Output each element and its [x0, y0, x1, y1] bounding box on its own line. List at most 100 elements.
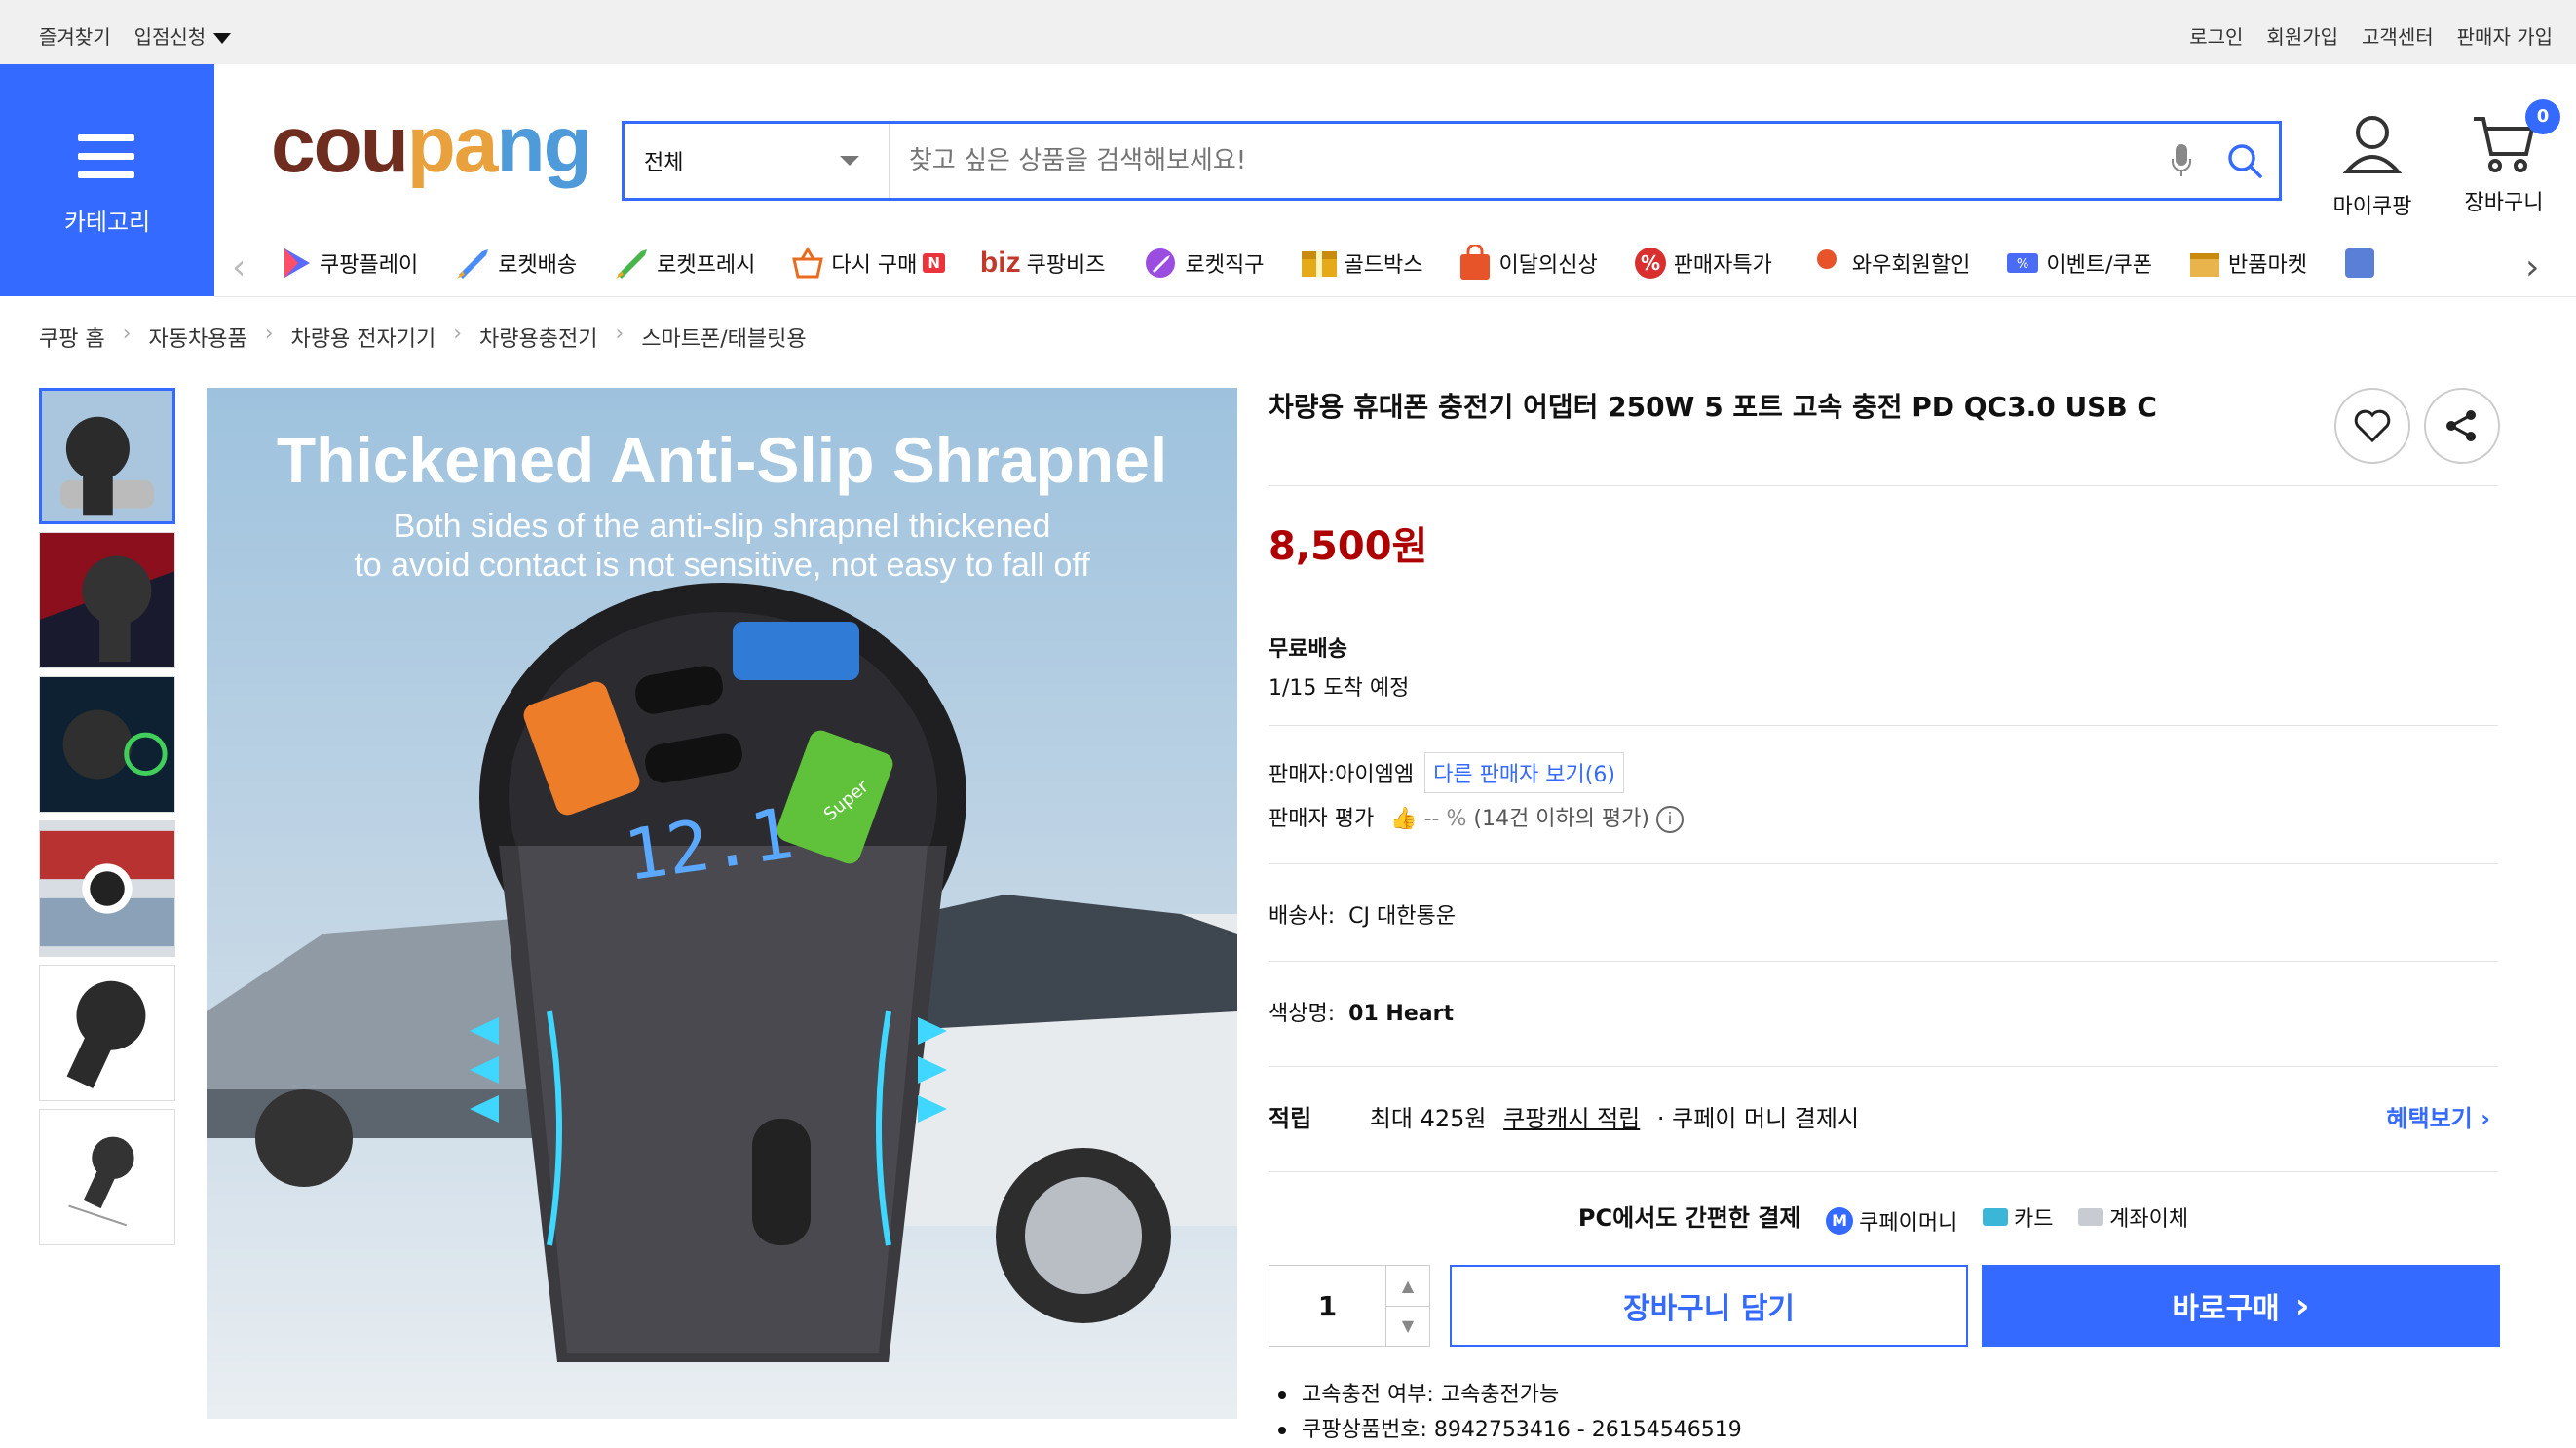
chevron-right-icon: › [122, 322, 132, 346]
search-scope-select[interactable]: 전체 [625, 124, 890, 198]
basket-icon [792, 247, 824, 279]
seller-apply-link[interactable]: 입점신청 [134, 21, 232, 50]
nav-divider [214, 296, 2576, 297]
nav-item-rocket-fresh[interactable]: 로켓프레시 [612, 244, 755, 283]
logo-text-3: ng [496, 100, 592, 189]
color-label: 색상명: [1269, 1002, 1336, 1026]
thumbnail-1[interactable] [39, 388, 175, 524]
breadcrumb-smartphone-tablet[interactable]: 스마트폰/태블릿용 [641, 322, 806, 353]
nav-item-rocket-delivery[interactable]: 로켓배송 [453, 244, 577, 283]
thumbnail-2[interactable] [39, 532, 175, 668]
increase-icon[interactable]: ▲ [1386, 1266, 1429, 1307]
decrease-icon[interactable]: ▼ [1386, 1307, 1429, 1347]
pay-method-card: 카드 [1982, 1201, 2054, 1233]
info-icon[interactable]: i [1655, 806, 1684, 833]
charger-thumb-image [40, 533, 174, 667]
breadcrumb-car-electronics[interactable]: 차량용 전자기기 [291, 322, 436, 353]
divider [1269, 485, 2498, 486]
breadcrumb: 쿠팡 홈 › 자동차용품 › 차량용 전자기기 › 차량용충전기 › 스마트폰/태블릿용 [39, 322, 807, 353]
nav-next-icon[interactable]: › [2525, 248, 2539, 287]
logo-text-1: cou [271, 100, 409, 189]
cart-count-badge: 0 [2525, 99, 2560, 134]
nav-item-goldbox[interactable]: 골드박스 [1300, 244, 1423, 283]
more-category-icon [2344, 248, 2374, 278]
favorite-button[interactable] [2334, 388, 2410, 464]
divider [1269, 1171, 2498, 1172]
breadcrumb-car-goods[interactable]: 자동차용품 [149, 322, 247, 353]
coupang-cash-link[interactable]: 쿠팡캐시 적립 [1503, 1105, 1640, 1132]
nav-item-new-arrivals[interactable]: 이달의신상 [1458, 244, 1598, 283]
svg-text:%: % [1641, 251, 1660, 275]
category-button[interactable]: 카테고리 [0, 64, 214, 296]
nav-item-returns-market[interactable]: 반품마켓 [2187, 244, 2307, 283]
seller-name[interactable]: 아이엠엠 [1335, 763, 1414, 787]
chevron-right-icon: › [2294, 1285, 2310, 1326]
charger-thumb-image [40, 966, 174, 1100]
other-sellers-button[interactable]: 다른 판매자 보기(6) [1424, 752, 1624, 793]
pay-method-label: 카드 [2013, 1207, 2054, 1232]
new-badge: N [923, 253, 945, 273]
thumbnail-3[interactable] [39, 676, 175, 813]
buy-now-button[interactable]: 바로구매 › [1982, 1265, 2500, 1347]
nav-item-wow-discount[interactable]: 와우회원할인 [1807, 244, 1970, 283]
divider [1269, 863, 2498, 864]
nav-label: 와우회원할인 [1851, 253, 1971, 278]
mic-icon[interactable] [2152, 124, 2211, 198]
caret-down-icon [213, 33, 232, 44]
chevron-down-icon [840, 156, 859, 166]
add-to-cart-button[interactable]: 장바구니 담기 [1450, 1265, 1968, 1347]
nav-item-events-coupons[interactable]: % 이벤트/쿠폰 [2005, 244, 2152, 283]
quantity-value[interactable]: 1 [1269, 1266, 1386, 1346]
search-icon[interactable] [2211, 124, 2279, 198]
pay-methods-row: PC에서도 간편한 결제 M 쿠페이머니 카드 계좌이체 [1269, 1199, 2498, 1237]
chevron-right-icon: › [615, 322, 625, 346]
global-rocket-icon [1145, 248, 1175, 278]
image-subline-1: Both sides of the anti-slip shrapnel thi… [393, 508, 1051, 545]
seller-rating-row: 판매자 평가 👍 -- % (14건 이하의 평가) i [1269, 801, 1684, 833]
pay-method-coupay: M 쿠페이머니 [1826, 1205, 1957, 1237]
benefits-link[interactable]: 혜택보기 › [2386, 1099, 2490, 1133]
coupang-logo[interactable]: coupang [271, 105, 592, 185]
thumbnail-6[interactable] [39, 1109, 175, 1245]
carrier-row: 배송사: CJ 대한통운 [1269, 898, 1456, 930]
reward-note: · 쿠페이 머니 결제시 [1656, 1105, 1860, 1132]
nav-item-seller-deals[interactable]: % 판매자특가 [1633, 244, 1772, 283]
nav-item-coupang-biz[interactable]: biz 쿠팡비즈 [980, 244, 1106, 283]
search-input[interactable] [890, 146, 2152, 175]
cart-button[interactable]: 0 장바구니 [2445, 99, 2562, 216]
shipping-label: 무료배송 [1269, 637, 1347, 662]
nav-label: 다시 구매 [831, 253, 918, 278]
nav-item-more[interactable] [2342, 244, 2377, 283]
nav-label: 반품마켓 [2227, 253, 2307, 278]
breadcrumb-home[interactable]: 쿠팡 홈 [39, 322, 105, 353]
share-button[interactable] [2424, 388, 2500, 464]
nav-item-rocket-direct[interactable]: 로켓직구 [1141, 244, 1265, 283]
breadcrumb-car-chargers[interactable]: 차량용충전기 [479, 322, 597, 353]
seller-label: 판매자: [1269, 763, 1336, 787]
divider [1269, 961, 2498, 962]
nav-prev-icon[interactable]: ‹ [232, 248, 246, 287]
play-icon [284, 248, 310, 278]
quantity-stepper: 1 ▲ ▼ [1269, 1265, 1430, 1347]
thumbnail-4[interactable] [39, 820, 175, 957]
bookmark-link[interactable]: 즐겨찾기 [39, 21, 111, 50]
coupon-icon: % [2007, 253, 2039, 273]
customer-center-link[interactable]: 고객센터 [2362, 21, 2434, 50]
nav-item-coupang-play[interactable]: 쿠팡플레이 [279, 244, 418, 283]
product-main-image[interactable]: 12.1 Super Thickened Anti-Slip Shrapnel … [207, 388, 1237, 1419]
charger-thumb-image [40, 821, 174, 956]
biz-prefix: biz [979, 247, 1021, 279]
signup-link[interactable]: 회원가입 [2266, 21, 2338, 50]
nav-label: 골드박스 [1344, 253, 1423, 278]
carrier-label: 배송사: [1269, 904, 1336, 929]
thumbnail-5[interactable] [39, 965, 175, 1101]
my-coupang-button[interactable]: 마이쿠팡 [2319, 113, 2426, 220]
top-utility-bar: 즐겨찾기 입점신청 로그인 회원가입 고객센터 판매자 가입 [0, 0, 2576, 64]
pay-method-transfer: 계좌이체 [2078, 1201, 2188, 1233]
seller-signup-link[interactable]: 판매자 가입 [2457, 21, 2553, 50]
nav-item-rebuy[interactable]: 다시 구매 N [790, 244, 945, 283]
thumbs-up-icon: 👍 [1390, 807, 1418, 831]
nav-label: 쿠팡비즈 [1026, 253, 1106, 278]
chevron-right-icon: › [2481, 1105, 2490, 1132]
login-link[interactable]: 로그인 [2189, 21, 2243, 50]
